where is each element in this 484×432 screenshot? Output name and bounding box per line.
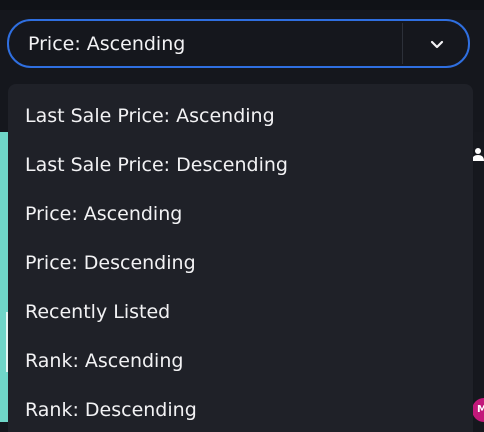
sort-options-menu: Last Sale Price: Ascending Last Sale Pri…	[8, 84, 473, 432]
menu-item-price-ascending[interactable]: Price: Ascending	[8, 190, 473, 239]
top-strip	[0, 0, 484, 10]
menu-item-rank-descending[interactable]: Rank: Descending	[8, 386, 473, 432]
page: M Price: Ascending Last Sale Price: Asce…	[0, 0, 484, 432]
menu-item-last-sale-price-ascending[interactable]: Last Sale Price: Ascending	[8, 92, 473, 141]
background-card-right	[474, 132, 484, 422]
user-icon	[472, 146, 484, 161]
menu-item-recently-listed[interactable]: Recently Listed	[8, 288, 473, 337]
sort-select-value: Price: Ascending	[28, 33, 186, 55]
sort-select-divider	[402, 23, 403, 64]
menu-item-rank-ascending[interactable]: Rank: Ascending	[8, 337, 473, 386]
sort-select[interactable]: Price: Ascending	[7, 19, 470, 68]
menu-item-last-sale-price-descending[interactable]: Last Sale Price: Descending	[8, 141, 473, 190]
menu-item-price-descending[interactable]: Price: Descending	[8, 239, 473, 288]
background-card-graphic	[0, 312, 8, 372]
chevron-down-icon[interactable]	[429, 37, 445, 51]
